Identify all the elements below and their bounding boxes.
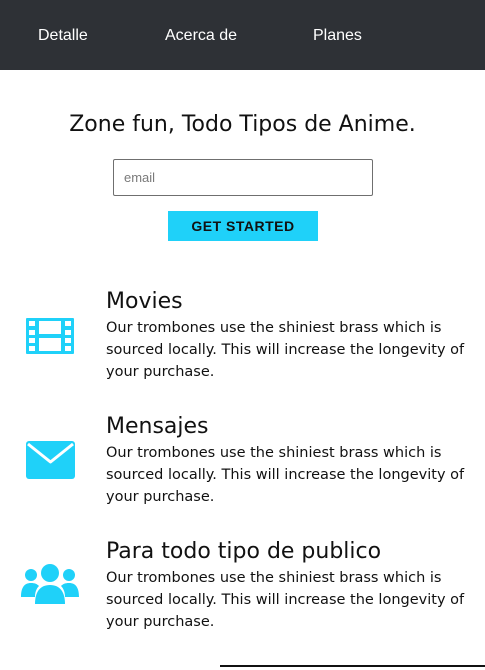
feature-title: Movies [106,289,183,314]
feature-description: Our trombones use the shiniest brass whi… [106,320,465,380]
users-icon [20,560,80,610]
nav-link-planes[interactable]: Planes [313,0,362,70]
feature-description: Our trombones use the shiniest brass whi… [106,445,465,505]
feature-movies: Movies Our trombones use the shiniest br… [0,288,485,398]
feature-title: Para todo tipo de publico [106,539,382,564]
nav-link-acerca-de[interactable]: Acerca de [165,0,237,70]
get-started-button[interactable]: GET STARTED [168,211,318,241]
hero-title: Zone fun, Todo Tipos de Anime. [69,112,416,137]
feature-title: Mensajes [106,414,209,439]
film-icon [20,310,80,360]
page: Detalle Acerca de Planes Zone fun, Todo … [0,0,485,670]
top-navbar: Detalle Acerca de Planes [0,0,485,70]
feature-mensajes: Mensajes Our trombones use the shiniest … [0,413,485,523]
bottom-divider [220,665,485,667]
nav-link-detalle[interactable]: Detalle [38,0,88,70]
email-field[interactable] [113,159,373,196]
feature-description: Our trombones use the shiniest brass whi… [106,570,465,630]
feature-publico: Para todo tipo de publico Our trombones … [0,538,485,648]
envelope-icon [20,435,80,485]
